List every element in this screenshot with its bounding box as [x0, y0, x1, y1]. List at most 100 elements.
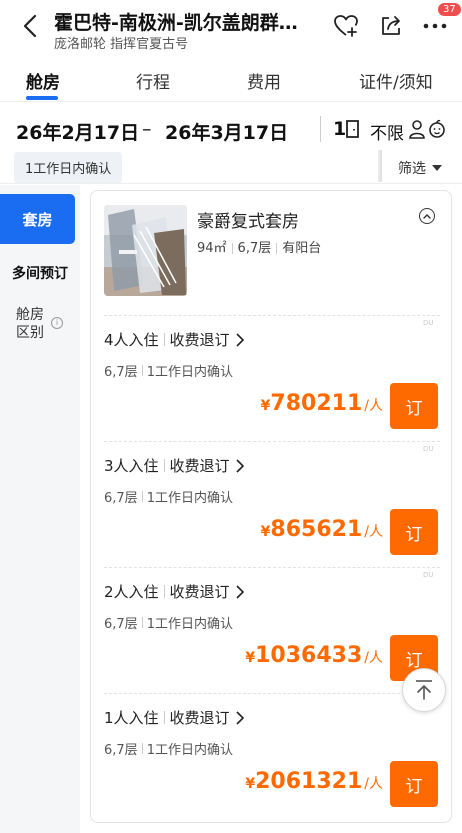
cabin-photo[interactable]: [104, 205, 187, 296]
cabin-balcony: 有阳台: [282, 241, 322, 256]
book-button[interactable]: 订: [390, 509, 438, 555]
start-date: 26年2月17日: [16, 122, 140, 144]
tab-itinerary[interactable]: 行程: [136, 68, 170, 93]
price-unit: /人: [364, 524, 383, 540]
sidebar-item-cabin-diff[interactable]: 舱房区别: [16, 306, 52, 342]
currency: ¥: [260, 524, 271, 540]
currency: ¥: [260, 398, 271, 414]
offer-confirm: 1工作日内确认: [146, 491, 233, 506]
watermark: DU: [423, 319, 434, 327]
heart-plus-icon: [334, 15, 358, 37]
offer-price: ¥1036433/人: [245, 643, 383, 668]
tab-documents[interactable]: 证件/须知: [359, 68, 433, 93]
chevron-right-icon: [235, 332, 244, 347]
offer-details: 6,7层 1工作日内确认: [104, 361, 233, 380]
tab-fees[interactable]: 费用: [247, 68, 281, 93]
arrow-up-icon: [416, 680, 432, 700]
share-icon: [382, 16, 400, 35]
guest-count[interactable]: 不限: [370, 119, 404, 144]
filter-button[interactable]: 筛选: [398, 158, 442, 178]
sidebar-item-suite[interactable]: 套房: [0, 194, 75, 244]
share-button[interactable]: [377, 12, 405, 40]
offer-floors: 6,7层: [104, 617, 138, 632]
cabin-name: 豪爵复式套房: [197, 212, 299, 232]
offer-price: ¥865621/人: [261, 517, 383, 542]
caret-down-icon: [432, 165, 442, 171]
offer-price: ¥2061321/人: [245, 769, 383, 794]
offer-row: DU 3人入住 收费退订 6,7层 1工作日内确认 ¥865621/人 订: [91, 441, 453, 567]
refund-policy: 收费退订: [169, 583, 230, 601]
favorite-button[interactable]: [332, 12, 360, 40]
filter-row: 1工作日内确认 筛选: [0, 150, 462, 184]
offer-row: DU 4人入住 收费退订 6,7层 1工作日内确认 ¥780211/人 订: [91, 315, 453, 441]
page-title: 霍巴特-南极洲-凯尔盖朗群…: [54, 12, 298, 34]
currency: ¥: [245, 650, 256, 666]
header: 霍巴特-南极洲-凯尔盖朗群… 庞洛邮轮 指挥官夏古号 37: [0, 0, 462, 58]
occupancy: 1人入住: [104, 709, 159, 727]
back-to-top-button[interactable]: [402, 668, 446, 712]
refund-policy: 收费退订: [169, 457, 230, 475]
more-dots-icon: [423, 23, 447, 29]
tab-cabins[interactable]: 舱房: [26, 68, 60, 93]
cabin-floors: 6,7层: [237, 241, 272, 256]
divider: [104, 567, 440, 568]
offer-policy-link[interactable]: 4人入住 收费退订: [104, 329, 245, 350]
end-date: 26年3月17日: [165, 122, 289, 144]
divider: [378, 150, 382, 182]
filter-label: 筛选: [398, 161, 426, 177]
cabin-image: [104, 205, 187, 296]
cabin-meta: 94㎡ 6,7层 有阳台: [197, 237, 321, 256]
offer-policy-link[interactable]: 3人入住 收费退订: [104, 455, 245, 476]
collapse-button[interactable]: [419, 208, 435, 224]
divider: [104, 315, 440, 316]
more-button[interactable]: [421, 12, 449, 40]
offer-confirm: 1工作日内确认: [146, 617, 233, 632]
offer-floors: 6,7层: [104, 365, 138, 380]
sidebar-item-multi-booking[interactable]: 多间预订: [0, 263, 80, 283]
adult-icon: [409, 120, 425, 139]
cabin-card: 豪爵复式套房 94㎡ 6,7层 有阳台 DU 4人入住 收费退订 6,7层 1工作日内确…: [90, 190, 452, 823]
category-sidebar: 套房 多间预订 舱房区别 i: [0, 185, 80, 833]
offer-details: 6,7层 1工作日内确认: [104, 487, 233, 506]
offer-row: 1人入住 收费退订 6,7层 1工作日内确认 ¥2061321/人 订: [91, 693, 453, 819]
offer-details: 6,7层 1工作日内确认: [104, 739, 233, 758]
price-unit: /人: [364, 650, 383, 666]
price-amount: 1036433: [255, 643, 363, 668]
offer-confirm: 1工作日内确认: [146, 365, 233, 380]
price-amount: 865621: [270, 517, 363, 542]
price-unit: /人: [364, 398, 383, 414]
notification-badge: 37: [438, 3, 461, 16]
occupancy: 2人入住: [104, 583, 159, 601]
offer-confirm: 1工作日内确认: [146, 743, 233, 758]
book-button[interactable]: 订: [390, 383, 438, 429]
chevron-left-icon: [23, 14, 37, 38]
divider: [104, 693, 440, 694]
offer-policy-link[interactable]: 1人入住 收费退订: [104, 707, 245, 728]
refund-policy: 收费退订: [169, 331, 230, 349]
confirm-filter-chip[interactable]: 1工作日内确认: [14, 152, 123, 183]
back-button[interactable]: [18, 12, 42, 40]
chevron-up-icon: [423, 214, 431, 219]
watermark: DU: [423, 445, 434, 453]
refund-policy: 收费退订: [169, 709, 230, 727]
divider: [104, 441, 440, 442]
offer-floors: 6,7层: [104, 491, 138, 506]
offer-floors: 6,7层: [104, 743, 138, 758]
divider: [320, 116, 321, 142]
offer-price: ¥780211/人: [261, 391, 383, 416]
offer-policy-link[interactable]: 2人入住 收费退订: [104, 581, 245, 602]
book-button[interactable]: 订: [390, 761, 438, 807]
offer-row: DU 2人入住 收费退订 6,7层 1工作日内确认 ¥1036433/人 订: [91, 567, 453, 693]
door-icon: [346, 120, 359, 138]
child-icon: [429, 119, 445, 138]
date-selector[interactable]: 26年2月17日 – 26年3月17日 1 不限: [0, 106, 462, 150]
chevron-right-icon: [235, 584, 244, 599]
price-amount: 2061321: [255, 769, 363, 794]
occupancy: 3人入住: [104, 457, 159, 475]
info-icon[interactable]: i: [51, 317, 63, 329]
date-dash: –: [142, 118, 152, 140]
watermark: DU: [423, 571, 434, 579]
offer-details: 6,7层 1工作日内确认: [104, 613, 233, 632]
page-subtitle: 庞洛邮轮 指挥官夏古号: [54, 37, 189, 52]
currency: ¥: [245, 776, 256, 792]
